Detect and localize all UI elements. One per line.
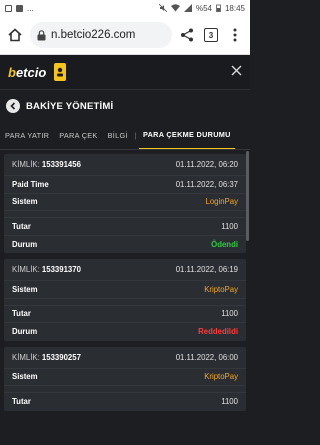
system-row: Sistem LoginPay [4,194,246,211]
card-header: KİMLİK: 153391370 01.11.2022, 06:19 [4,259,246,281]
id-label: KİMLİK: [12,160,40,169]
tab-withdraw[interactable]: PARA ÇEK [54,122,102,149]
amount-row: Tutar 1100 [4,306,246,323]
browser-menu-button[interactable] [226,26,244,44]
amount-row: Tutar 1100 [4,218,246,236]
share-icon [181,28,193,42]
paid-time-row: Paid Time 01.11.2022, 06:37 [4,176,246,194]
more-notifications: ... [27,3,34,13]
close-icon[interactable] [231,64,242,80]
status-badge: Reddedildi [198,327,238,337]
withdrawal-card: KİMLİK: 153391370 01.11.2022, 06:19 Sist… [4,259,246,341]
status-label: Durum [12,327,38,337]
amount-value: 1100 [221,221,238,231]
tab-withdraw-status[interactable]: PARA ÇEKME DURUMU [138,122,235,149]
page-header: BAKİYE YÖNETİMİ [0,90,250,122]
wifi-icon [170,4,180,12]
logo-text: etcio [15,64,47,80]
withdrawal-card: KİMLİK: 153390257 01.11.2022, 06:00 Sist… [4,346,246,411]
amount-label: Tutar [12,221,31,231]
system-value: LoginPay [205,197,238,207]
paid-time-value: 01.11.2022, 06:37 [175,179,238,189]
id-value: 153390257 [41,352,81,362]
tab-count: 3 [204,28,218,42]
amount-label: Tutar [12,397,31,407]
url-text: n.betcio226.com [51,29,136,41]
divider [4,299,246,306]
system-row: Sistem KriptoPay [4,369,246,386]
mute-icon [158,4,167,12]
back-button[interactable] [6,99,20,113]
lock-icon [37,29,46,40]
created-date: 01.11.2022, 06:20 [175,160,238,169]
withdrawal-list[interactable]: KİMLİK: 153391456 01.11.2022, 06:20 Paid… [0,151,250,445]
clock: 18:45 [224,3,245,13]
amount-row: Tutar 1100 [4,393,246,411]
system-label: Sistem [12,372,38,382]
status-label: Durum [12,239,38,249]
amount-value: 1100 [221,397,238,407]
page-title: BAKİYE YÖNETİMİ [26,100,114,112]
notification-icon [5,4,12,12]
system-value: KriptoPay [204,284,238,294]
address-bar[interactable]: n.betcio226.com [30,22,172,48]
id-label: KİMLİK: [12,352,40,362]
created-date: 01.11.2022, 06:19 [175,265,238,274]
logo-b: b [8,64,16,80]
notification-icon [16,4,23,12]
battery-icon [216,4,221,12]
system-row: Sistem KriptoPay [4,281,246,299]
id-label: KİMLİK: [12,265,40,274]
status-row: Durum Reddedildi [4,323,246,341]
tabs-button[interactable]: 3 [202,26,220,44]
id-value: 153391456 [41,160,81,169]
tab-info[interactable]: BİLGİ [103,122,133,149]
status-bar: ... %54 18:45 [0,0,250,16]
tab-deposit[interactable]: PARA YATIR [0,122,54,149]
divider [4,211,246,218]
status-badge: Ödendi [211,239,238,249]
system-value: KriptoPay [204,372,238,382]
card-header: KİMLİK: 153391456 01.11.2022, 06:20 [4,154,246,176]
status-row: Durum Ödendi [4,236,246,254]
more-vert-icon [233,28,237,42]
chevron-left-icon [10,102,16,110]
battery-level: %54 [195,3,212,13]
betcio-logo[interactable]: b etcio [8,63,67,81]
signal-icon [183,4,192,12]
home-button[interactable] [6,26,24,44]
created-date: 01.11.2022, 06:00 [175,352,238,362]
paid-time-label: Paid Time [12,179,49,189]
home-icon [8,28,22,42]
browser-toolbar: n.betcio226.com 3 [0,16,250,55]
id-value: 153391370 [41,265,81,274]
amount-label: Tutar [12,309,31,319]
scrollbar[interactable] [246,151,249,241]
site-header: b etcio [0,55,250,90]
system-label: Sistem [12,284,38,294]
card-header: KİMLİK: 153390257 01.11.2022, 06:00 [4,347,246,369]
share-button[interactable] [178,26,196,44]
user-badge-icon[interactable] [54,63,67,81]
withdrawal-card: KİMLİK: 153391456 01.11.2022, 06:20 Paid… [4,154,246,253]
divider [4,386,246,393]
system-label: Sistem [12,197,38,207]
amount-value: 1100 [221,309,238,319]
tab-bar: PARA YATIR PARA ÇEK BİLGİ | PARA ÇEKME D… [0,122,250,150]
